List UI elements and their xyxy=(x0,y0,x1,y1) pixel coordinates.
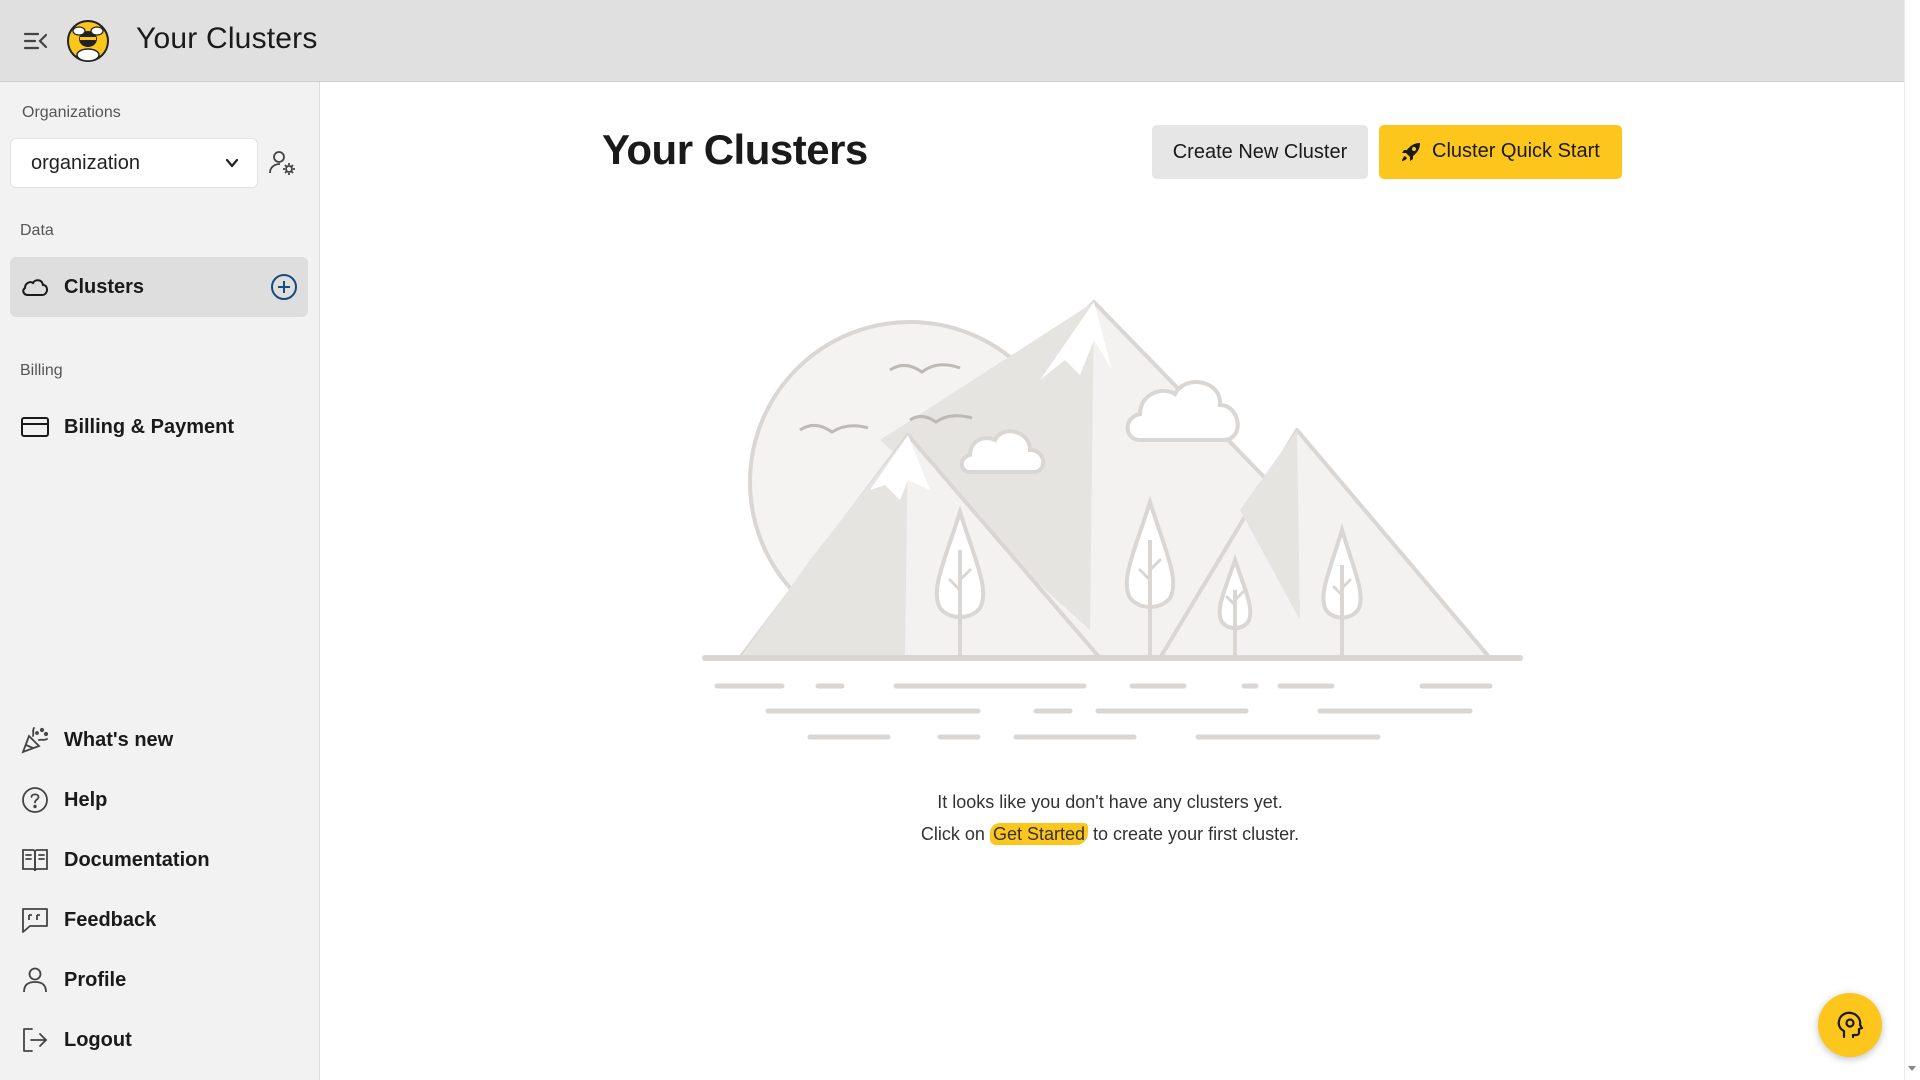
rocket-icon xyxy=(1402,143,1420,161)
empty-state-line1: It looks like you don't have any cluster… xyxy=(937,792,1283,812)
sidebar-item-clusters[interactable]: Clusters xyxy=(10,257,308,317)
book-icon xyxy=(22,849,48,872)
sidebar-item-label: Clusters xyxy=(64,275,145,298)
empty-state-illustration xyxy=(702,300,1523,740)
sidebar-item-label: Feedback xyxy=(64,908,157,931)
credit-card-icon xyxy=(21,417,49,437)
create-new-cluster-button[interactable]: Create New Cluster xyxy=(1152,125,1368,179)
support-head-icon xyxy=(1837,1011,1864,1039)
organization-select[interactable]: organization xyxy=(10,138,258,188)
organizations-label: Organizations xyxy=(22,104,121,121)
data-section-label: Data xyxy=(20,222,54,239)
help-circle-icon xyxy=(22,787,48,813)
app-title: Your Clusters xyxy=(136,22,318,55)
cluster-quick-start-button[interactable]: Cluster Quick Start xyxy=(1379,125,1622,179)
sidebar-item-documentation[interactable]: Documentation xyxy=(10,830,308,890)
sidebar-item-logout[interactable]: Logout xyxy=(10,1010,308,1070)
feedback-icon xyxy=(22,908,48,933)
user-icon xyxy=(23,967,47,993)
menu-collapse-icon[interactable] xyxy=(22,28,50,54)
sidebar-item-label: Logout xyxy=(64,1028,132,1051)
sidebar-item-feedback[interactable]: Feedback xyxy=(10,890,308,950)
sidebar-item-label: Help xyxy=(64,788,108,811)
bee-logo[interactable] xyxy=(66,19,110,63)
quick-start-label: Cluster Quick Start xyxy=(1432,140,1600,162)
sidebar-item-billing[interactable]: Billing & Payment xyxy=(10,397,308,457)
support-chat-button[interactable] xyxy=(1818,993,1882,1057)
sidebar-item-help[interactable]: Help xyxy=(10,770,308,830)
billing-section-label: Billing xyxy=(20,362,63,379)
sidebar: Organizations organization Data Clusters… xyxy=(0,82,320,1080)
chevron-down-icon xyxy=(225,158,239,168)
sidebar-item-label: What's new xyxy=(64,728,174,751)
get-started-highlight: Get Started xyxy=(989,823,1088,845)
sidebar-item-label: Billing & Payment xyxy=(64,415,235,438)
page-title: Your Clusters xyxy=(602,126,868,173)
sidebar-item-whats-new[interactable]: What's new xyxy=(10,710,308,770)
scroll-down-arrow-icon[interactable] xyxy=(1908,1066,1916,1071)
sidebar-item-label: Profile xyxy=(64,968,127,991)
add-cluster-icon[interactable] xyxy=(270,273,298,301)
user-settings-icon[interactable] xyxy=(268,148,298,178)
cloud-icon xyxy=(22,279,48,296)
party-popper-icon xyxy=(21,727,49,754)
scrollbar[interactable] xyxy=(1904,0,1920,1080)
logout-icon xyxy=(23,1028,47,1052)
sidebar-item-profile[interactable]: Profile xyxy=(10,950,308,1010)
app-bar: Your Clusters xyxy=(0,0,1904,82)
empty-state-prefix: Click on xyxy=(920,824,985,844)
empty-state-suffix: to create your first cluster. xyxy=(1093,824,1300,844)
sidebar-item-label: Documentation xyxy=(64,848,210,871)
empty-state-line2: Click on Get Started to create your firs… xyxy=(760,823,1460,845)
organization-select-value: organization xyxy=(31,151,140,174)
